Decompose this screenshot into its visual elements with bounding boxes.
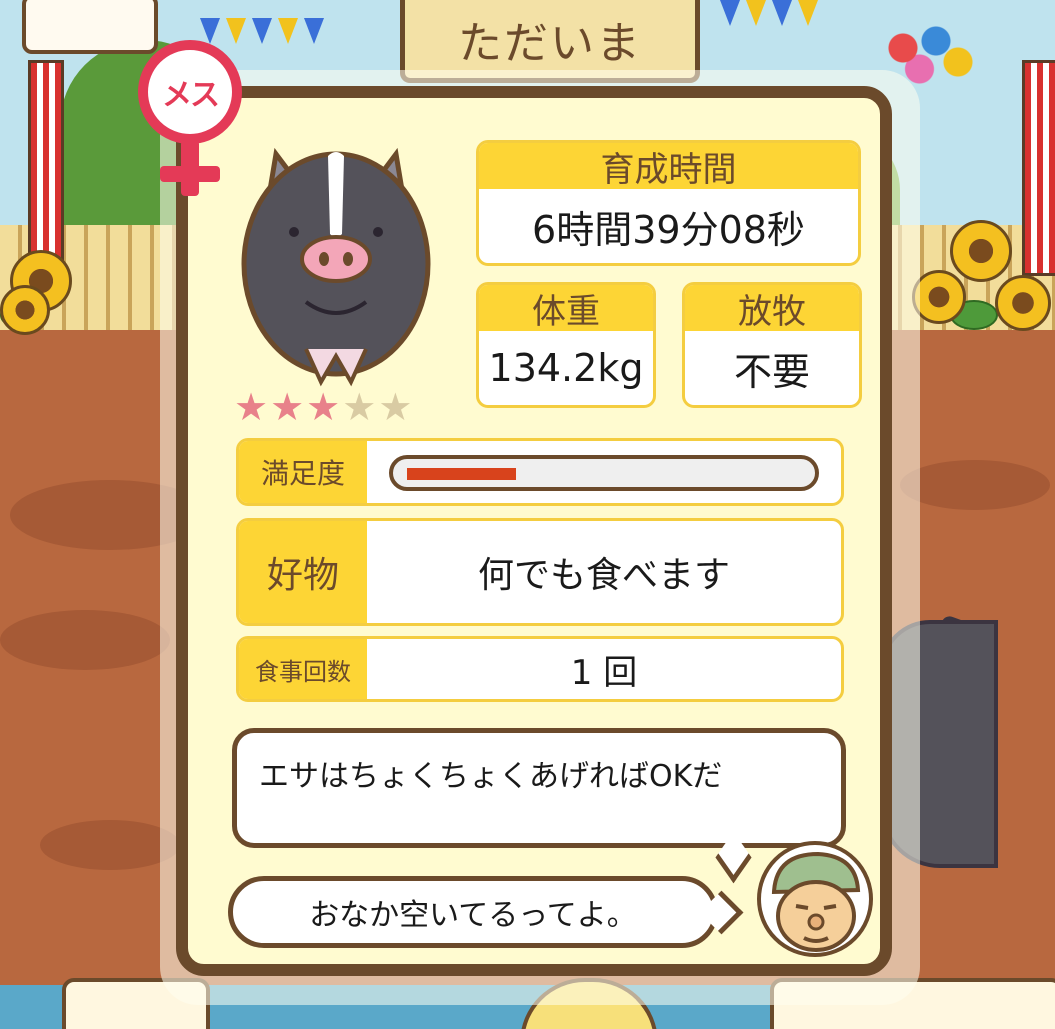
growth-time-label: 育成時間 (479, 143, 858, 190)
sunflower (912, 270, 966, 324)
ground-patch (40, 820, 180, 870)
ground-patch (0, 610, 170, 670)
favorite-food-label: 好物 (239, 521, 367, 623)
grazing-value: 不要 (733, 349, 810, 394)
favorite-food-value: 何でも食べます (477, 555, 730, 596)
star-icon: ★ (342, 385, 377, 429)
meal-count-label: 食事回数 (239, 639, 367, 699)
satisfaction-meter (389, 455, 819, 491)
sunflower (995, 275, 1051, 331)
speech-bubble-main: エサはちょくちょくあげればOKだ (232, 728, 846, 848)
meal-count-box: 食事回数 1 回 (236, 636, 844, 702)
weight-label: 体重 (479, 285, 653, 332)
star-icon: ★ (378, 385, 413, 429)
favorite-food-box: 好物 何でも食べます (236, 518, 844, 626)
striped-pole (28, 60, 64, 276)
gender-symbol-bar (160, 166, 220, 182)
satisfaction-box: 満足度 (236, 438, 844, 506)
sunflower (950, 220, 1012, 282)
satisfaction-label: 満足度 (239, 441, 367, 503)
grazing-box: 放牧 不要 (682, 282, 862, 408)
sunflower (0, 285, 50, 335)
speech-bubble-hint: おなか空いてるってよ。 (228, 876, 718, 948)
striped-pole (1022, 60, 1055, 276)
star-icon: ★ (270, 385, 305, 429)
farmer-icon (757, 841, 873, 957)
growth-time-box: 育成時間 6時間39分08秒 (476, 140, 861, 266)
bunting-flags (720, 0, 824, 40)
ground-patch (900, 460, 1050, 510)
grazing-label: 放牧 (685, 285, 859, 332)
growth-time-value: 6時間39分08秒 (532, 207, 805, 252)
star-icon: ★ (306, 385, 341, 429)
satisfaction-meter-fill (407, 468, 516, 480)
star-icon: ★ (234, 385, 269, 429)
rating-stars: ★ ★ ★ ★ ★ (234, 388, 412, 426)
gender-label: メス (138, 40, 242, 144)
weight-value: 134.2kg (488, 346, 644, 390)
meal-count-value: 1 回 (570, 652, 638, 693)
weight-box: 体重 134.2kg (476, 282, 656, 408)
pig-icon (241, 147, 431, 387)
